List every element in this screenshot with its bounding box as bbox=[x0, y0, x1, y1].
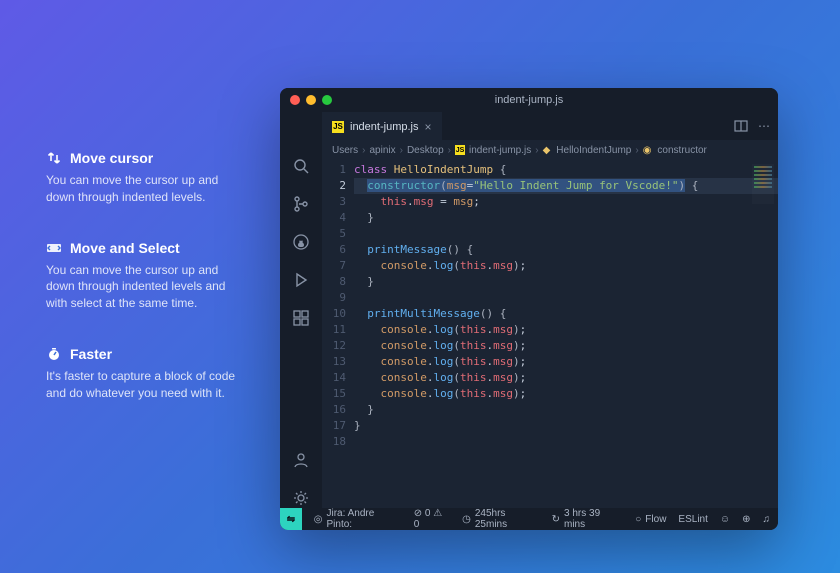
feature-desc: You can move the cursor up and down thro… bbox=[46, 172, 246, 206]
run-icon[interactable] bbox=[291, 270, 311, 290]
breadcrumb-item[interactable]: Desktop bbox=[407, 145, 444, 156]
code-area[interactable]: class HelloIndentJump { constructor(msg=… bbox=[354, 160, 778, 508]
fast-icon bbox=[46, 346, 62, 362]
feature-title: Faster bbox=[70, 346, 112, 362]
status-problems[interactable]: ⊘ 0 ⚠ 0 bbox=[414, 508, 450, 530]
line-gutter: 123456789101112131415161718 bbox=[322, 160, 354, 508]
clock-icon: ◷ bbox=[462, 514, 471, 525]
class-symbol-icon: ◆ bbox=[543, 145, 551, 156]
feature-list: Move cursor You can move the cursor up a… bbox=[46, 150, 246, 436]
close-window-icon[interactable] bbox=[290, 95, 300, 105]
breadcrumb-item[interactable]: indent-jump.js bbox=[469, 145, 531, 156]
breadcrumb-item[interactable]: HelloIndentJump bbox=[556, 145, 631, 156]
user-icon: ◎ bbox=[314, 514, 323, 525]
gear-icon[interactable] bbox=[291, 488, 311, 508]
breadcrumb-item[interactable]: apinix bbox=[369, 145, 395, 156]
arrows-up-down-icon bbox=[46, 150, 62, 166]
method-symbol-icon: ◉ bbox=[643, 145, 652, 156]
close-icon[interactable]: × bbox=[424, 120, 431, 134]
source-control-icon[interactable] bbox=[291, 194, 311, 214]
feature-move-cursor: Move cursor You can move the cursor up a… bbox=[46, 150, 246, 206]
activity-bar bbox=[280, 112, 322, 508]
account-icon[interactable] bbox=[291, 450, 311, 470]
minimap[interactable] bbox=[752, 164, 774, 204]
github-icon[interactable] bbox=[291, 232, 311, 252]
code-editor[interactable]: 123456789101112131415161718 class HelloI… bbox=[322, 160, 778, 508]
status-bar: ⇋ ◎ Jira: Andre Pinto: ⊘ 0 ⚠ 0 ◷ 245hrs … bbox=[280, 508, 778, 530]
feature-desc: It's faster to capture a block of code a… bbox=[46, 368, 246, 402]
history-icon: ↻ bbox=[552, 514, 560, 525]
circle-icon: ○ bbox=[635, 514, 641, 525]
status-flow[interactable]: ○ Flow bbox=[635, 514, 666, 525]
feature-move-select: Move and Select You can move the cursor … bbox=[46, 240, 246, 312]
extensions-icon[interactable] bbox=[291, 308, 311, 328]
zoom-window-icon[interactable] bbox=[322, 95, 332, 105]
window-title: indent-jump.js bbox=[280, 94, 778, 106]
status-bell-icon[interactable]: ♫ bbox=[763, 514, 771, 525]
select-icon bbox=[46, 240, 62, 256]
status-feedback-icon[interactable]: ☺ bbox=[720, 514, 730, 525]
feature-title: Move cursor bbox=[70, 150, 153, 166]
remote-indicator-icon[interactable]: ⇋ bbox=[280, 508, 302, 530]
minimize-window-icon[interactable] bbox=[306, 95, 316, 105]
status-broadcast-icon[interactable]: ⊕ bbox=[742, 514, 750, 525]
tab-bar: JS indent-jump.js × ⋯ bbox=[280, 112, 778, 140]
status-time-session[interactable]: ↻ 3 hrs 39 mins bbox=[552, 508, 624, 530]
tab-indent-jump[interactable]: JS indent-jump.js × bbox=[322, 112, 442, 140]
split-editor-icon[interactable] bbox=[734, 119, 748, 133]
feature-faster: Faster It's faster to capture a block of… bbox=[46, 346, 246, 402]
vscode-window: indent-jump.js JS indent- bbox=[280, 88, 778, 530]
status-jira[interactable]: ◎ Jira: Andre Pinto: bbox=[314, 508, 402, 530]
window-controls bbox=[290, 95, 332, 105]
status-time-total[interactable]: ◷ 245hrs 25mins bbox=[462, 508, 539, 530]
titlebar[interactable]: indent-jump.js bbox=[280, 88, 778, 112]
status-eslint[interactable]: ESLint bbox=[678, 514, 707, 525]
breadcrumb-item[interactable]: constructor bbox=[657, 145, 706, 156]
js-file-icon: JS bbox=[332, 121, 344, 133]
tab-label: indent-jump.js bbox=[350, 121, 418, 133]
breadcrumb-item[interactable]: Users bbox=[332, 145, 358, 156]
feature-title: Move and Select bbox=[70, 240, 180, 256]
feature-desc: You can move the cursor up and down thro… bbox=[46, 262, 246, 312]
js-file-icon: JS bbox=[455, 145, 465, 155]
more-icon[interactable]: ⋯ bbox=[758, 119, 770, 133]
search-icon[interactable] bbox=[291, 156, 311, 176]
breadcrumb[interactable]: Users› apinix› Desktop› JS indent-jump.j… bbox=[280, 140, 778, 160]
